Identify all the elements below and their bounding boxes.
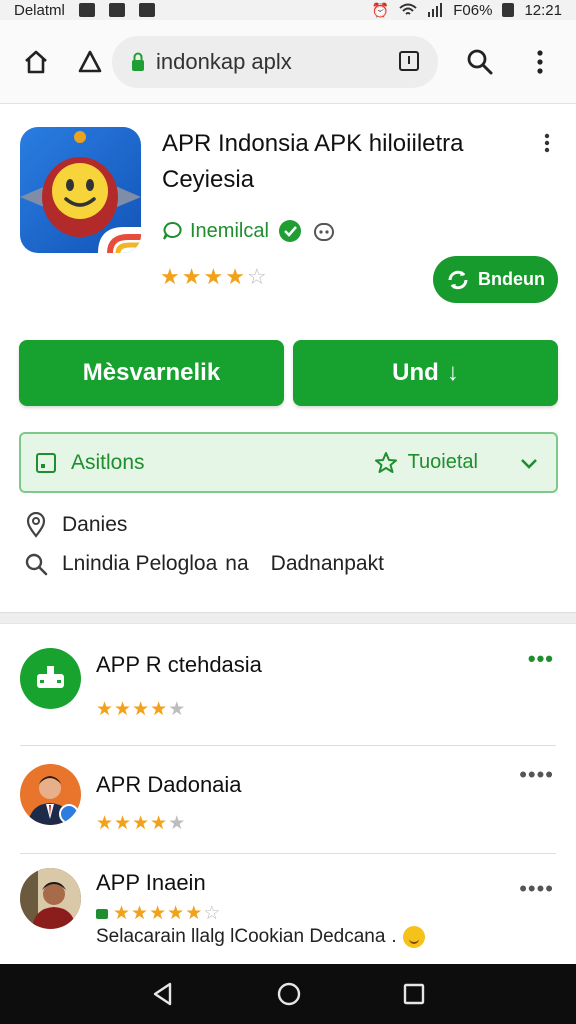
star-filled-icon: ★ <box>167 903 185 924</box>
list-item-description-text: Selacarain llalg lCookian Dedcana <box>96 926 386 947</box>
star-filled-icon: ★ <box>96 699 114 720</box>
options-left-label: Asitlons <box>71 450 145 474</box>
home-nav-icon[interactable] <box>276 981 302 1007</box>
search-small-icon <box>25 553 48 576</box>
url-bar[interactable]: indonkap aplx <box>112 36 438 88</box>
search-icon[interactable] <box>462 44 498 80</box>
list-item-rating: ★ ★ ★ ★ ★ ☆ <box>96 904 220 923</box>
star-filled-icon: ★ <box>114 813 132 834</box>
list-item-description: Selacarain llalg lCookian Dedcana . <box>96 926 425 948</box>
star-filled-icon: ★ <box>132 813 150 834</box>
chevron-down-icon[interactable] <box>516 452 542 474</box>
bndeun-button[interactable]: Bndeun <box>433 256 558 303</box>
star-filled-icon: ★ <box>113 903 131 924</box>
emoji-icon <box>402 926 425 948</box>
robot-icon <box>313 223 334 241</box>
download-arrow-icon: ↓ <box>446 359 459 386</box>
options-right-label: Tuoietal <box>407 451 478 473</box>
search-row-suffix-a: na <box>225 552 249 575</box>
star-filled-icon: ★ <box>150 699 168 720</box>
star-filled-icon: ★ <box>131 903 149 924</box>
list-item-title: APP Inaein <box>96 870 206 895</box>
search-row[interactable]: Lnindia Pelogloa na Dadnanpakt <box>24 552 384 576</box>
star-filled-icon: ★ <box>185 903 203 924</box>
primary-right-button[interactable]: Und ↓ <box>293 340 558 406</box>
check-notification-icon <box>138 3 155 17</box>
clock-text: 12:21 <box>524 1 562 19</box>
dot-separator: . <box>391 926 397 947</box>
list-item-avatar <box>20 868 81 929</box>
app-icon <box>20 127 141 253</box>
list-item-rating: ★ ★ ★ ★ ★ <box>96 814 185 833</box>
badge-icon <box>96 908 108 919</box>
star-filled-icon: ★ <box>181 264 202 289</box>
list-item-title: APP R ctehdasia <box>96 652 262 677</box>
back-nav-icon[interactable] <box>150 981 176 1007</box>
url-text: indonkap aplx <box>156 49 292 74</box>
list-item[interactable]: APP R ctehdasia ★ ★ ★ ★ ★ ••• <box>0 630 576 746</box>
signal-icon <box>428 3 443 17</box>
primary-left-button[interactable]: Mèsvarnelik <box>19 340 284 406</box>
star-filled-icon: ★ <box>96 813 114 834</box>
options-bar[interactable]: Asitlons Tuoietal <box>19 432 558 493</box>
notification-icon <box>78 3 95 17</box>
wifi-icon <box>399 3 417 15</box>
lock-icon <box>132 52 144 71</box>
more-vert-icon[interactable] <box>522 44 558 80</box>
location-pin-icon <box>26 512 46 538</box>
alarm-icon: ⏰ <box>371 1 390 18</box>
star-filled-icon: ★ <box>203 264 224 289</box>
star-filled-icon: ★ <box>132 699 150 720</box>
list-item-avatar <box>20 764 81 825</box>
section-divider <box>0 612 576 624</box>
star-empty-icon: ☆ <box>246 264 267 289</box>
list-item[interactable]: APP Inaein ★ ★ ★ ★ ★ ☆ •••• Selacarain l… <box>0 854 576 964</box>
status-bar: Delatml ⏰ F06% 12:21 <box>0 0 576 20</box>
primary-left-label: Mèsvarnelik <box>82 359 221 386</box>
chat-bubble-icon <box>163 221 182 240</box>
verified-icon <box>278 220 301 242</box>
developer-link[interactable]: Inemilcal <box>190 220 269 243</box>
search-row-text: Lnindia Pelogloa <box>62 552 218 575</box>
search-row-suffix-b: Dadnanpakt <box>270 552 384 575</box>
list-item-rating: ★ ★ ★ ★ ★ <box>96 700 185 719</box>
battery-text: F06% <box>453 1 493 19</box>
star-filled-icon: ★ <box>149 903 167 924</box>
recents-nav-icon[interactable] <box>402 982 426 1006</box>
tabs-icon[interactable] <box>398 50 420 77</box>
location-text: Danies <box>62 513 128 536</box>
image-notification-icon <box>108 3 125 17</box>
app-more-icon[interactable] <box>536 132 558 154</box>
battery-icon <box>502 3 515 17</box>
list-item-avatar <box>20 648 81 709</box>
star-filled-icon: ★ <box>225 264 245 289</box>
star-filled-icon: ★ <box>150 813 168 834</box>
star-empty-icon: ★ <box>168 699 186 720</box>
app-title: APR Indonsia APK hiloiiletra Ceyiesia <box>162 130 464 193</box>
star-filled-icon: ★ <box>160 264 180 289</box>
bndeun-button-label: Bndeun <box>478 269 545 289</box>
sync-icon <box>448 270 468 289</box>
primary-right-label: Und <box>392 359 439 386</box>
star-empty-icon: ★ <box>168 813 186 834</box>
carrier-text: Delatml <box>14 1 65 19</box>
developer-row: Inemilcal <box>162 218 337 244</box>
star-outline-icon <box>374 451 397 473</box>
star-empty-icon: ☆ <box>203 903 221 924</box>
list-item-title: APR Dadonaia <box>96 772 242 797</box>
app-rating: ★ ★ ★ ★ ☆ <box>160 266 267 288</box>
list-item[interactable]: APR Dadonaia ★ ★ ★ ★ ★ •••• <box>0 746 576 854</box>
system-nav-bar <box>0 964 576 1024</box>
triangle-back-icon[interactable] <box>72 44 108 80</box>
location-row[interactable]: Danies <box>24 512 127 538</box>
square-icon <box>36 452 56 473</box>
browser-toolbar: indonkap aplx <box>0 20 576 104</box>
home-icon[interactable] <box>18 44 54 80</box>
more-horiz-icon[interactable]: ••• <box>528 648 554 670</box>
star-filled-icon: ★ <box>114 699 132 720</box>
more-horiz-icon[interactable]: •••• <box>519 764 554 786</box>
more-horiz-icon[interactable]: •••• <box>519 878 554 900</box>
